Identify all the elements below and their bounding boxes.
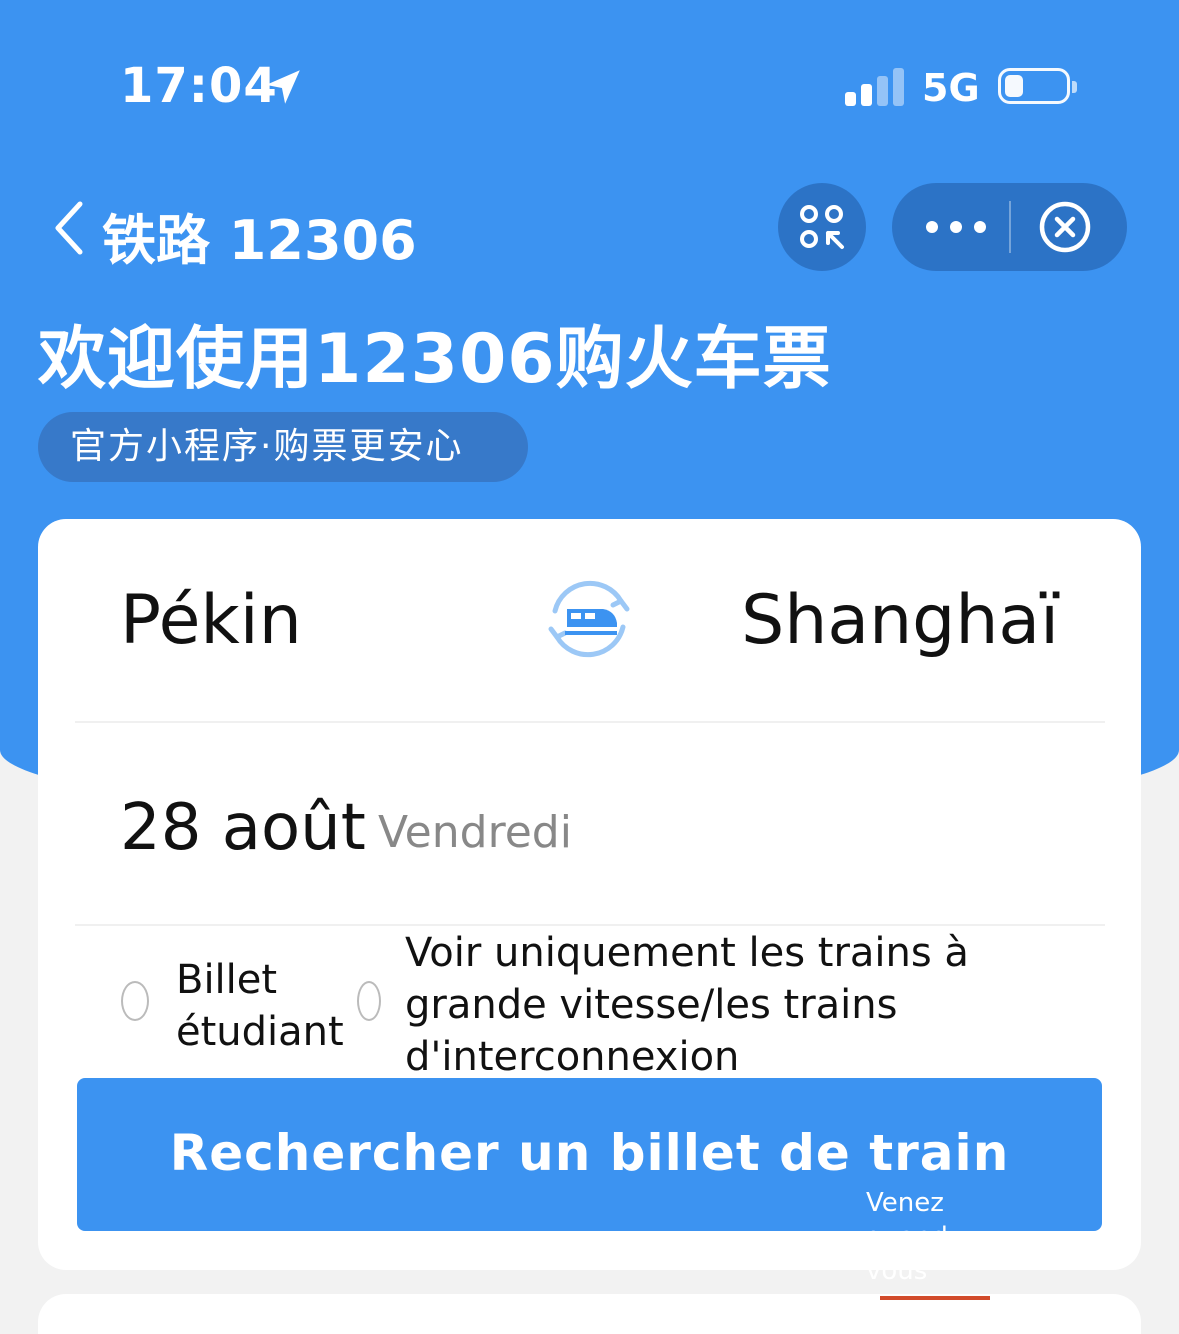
highspeed-only-label[interactable]: Voir uniquement les trains à grande vite…: [405, 927, 1045, 1083]
mini-program-capsule: [892, 183, 1127, 271]
more-icon[interactable]: [926, 221, 986, 235]
divider: [75, 721, 1105, 723]
swap-train-icon[interactable]: [541, 571, 637, 667]
travel-weekday[interactable]: Vendredi: [378, 807, 572, 858]
location-arrow-icon: [266, 70, 300, 104]
highspeed-only-checkbox[interactable]: [357, 981, 381, 1021]
battery-icon: [998, 68, 1077, 104]
status-time: 17:04: [120, 58, 278, 114]
divider: [75, 924, 1105, 926]
arrival-city[interactable]: Shanghaï: [741, 581, 1059, 660]
back-chevron-icon[interactable]: [48, 198, 88, 258]
next-section-accent: [880, 1296, 990, 1300]
scan-button[interactable]: [778, 183, 866, 271]
student-ticket-label[interactable]: Billet étudiant: [176, 954, 366, 1058]
nav-title: 铁路 12306: [102, 209, 417, 272]
scan-icon: [800, 205, 844, 249]
travel-date[interactable]: 28 août: [120, 791, 366, 865]
welcome-title: 欢迎使用12306购火车票: [38, 320, 832, 399]
close-circle-icon[interactable]: [1038, 200, 1092, 254]
next-section-card: [38, 1294, 1141, 1334]
promo-floating-text[interactable]: Venez quand vous: [866, 1186, 956, 1300]
tagline-badge: 官方小程序·购票更安心: [38, 412, 528, 482]
search-card: Pékin Shanghaï 28 août Vendredi Billet é…: [38, 519, 1141, 1270]
departure-city[interactable]: Pékin: [120, 581, 302, 660]
network-label: 5G: [922, 66, 980, 110]
student-ticket-checkbox[interactable]: [121, 981, 149, 1021]
signal-icon: [845, 68, 905, 106]
capsule-divider: [1009, 201, 1011, 253]
